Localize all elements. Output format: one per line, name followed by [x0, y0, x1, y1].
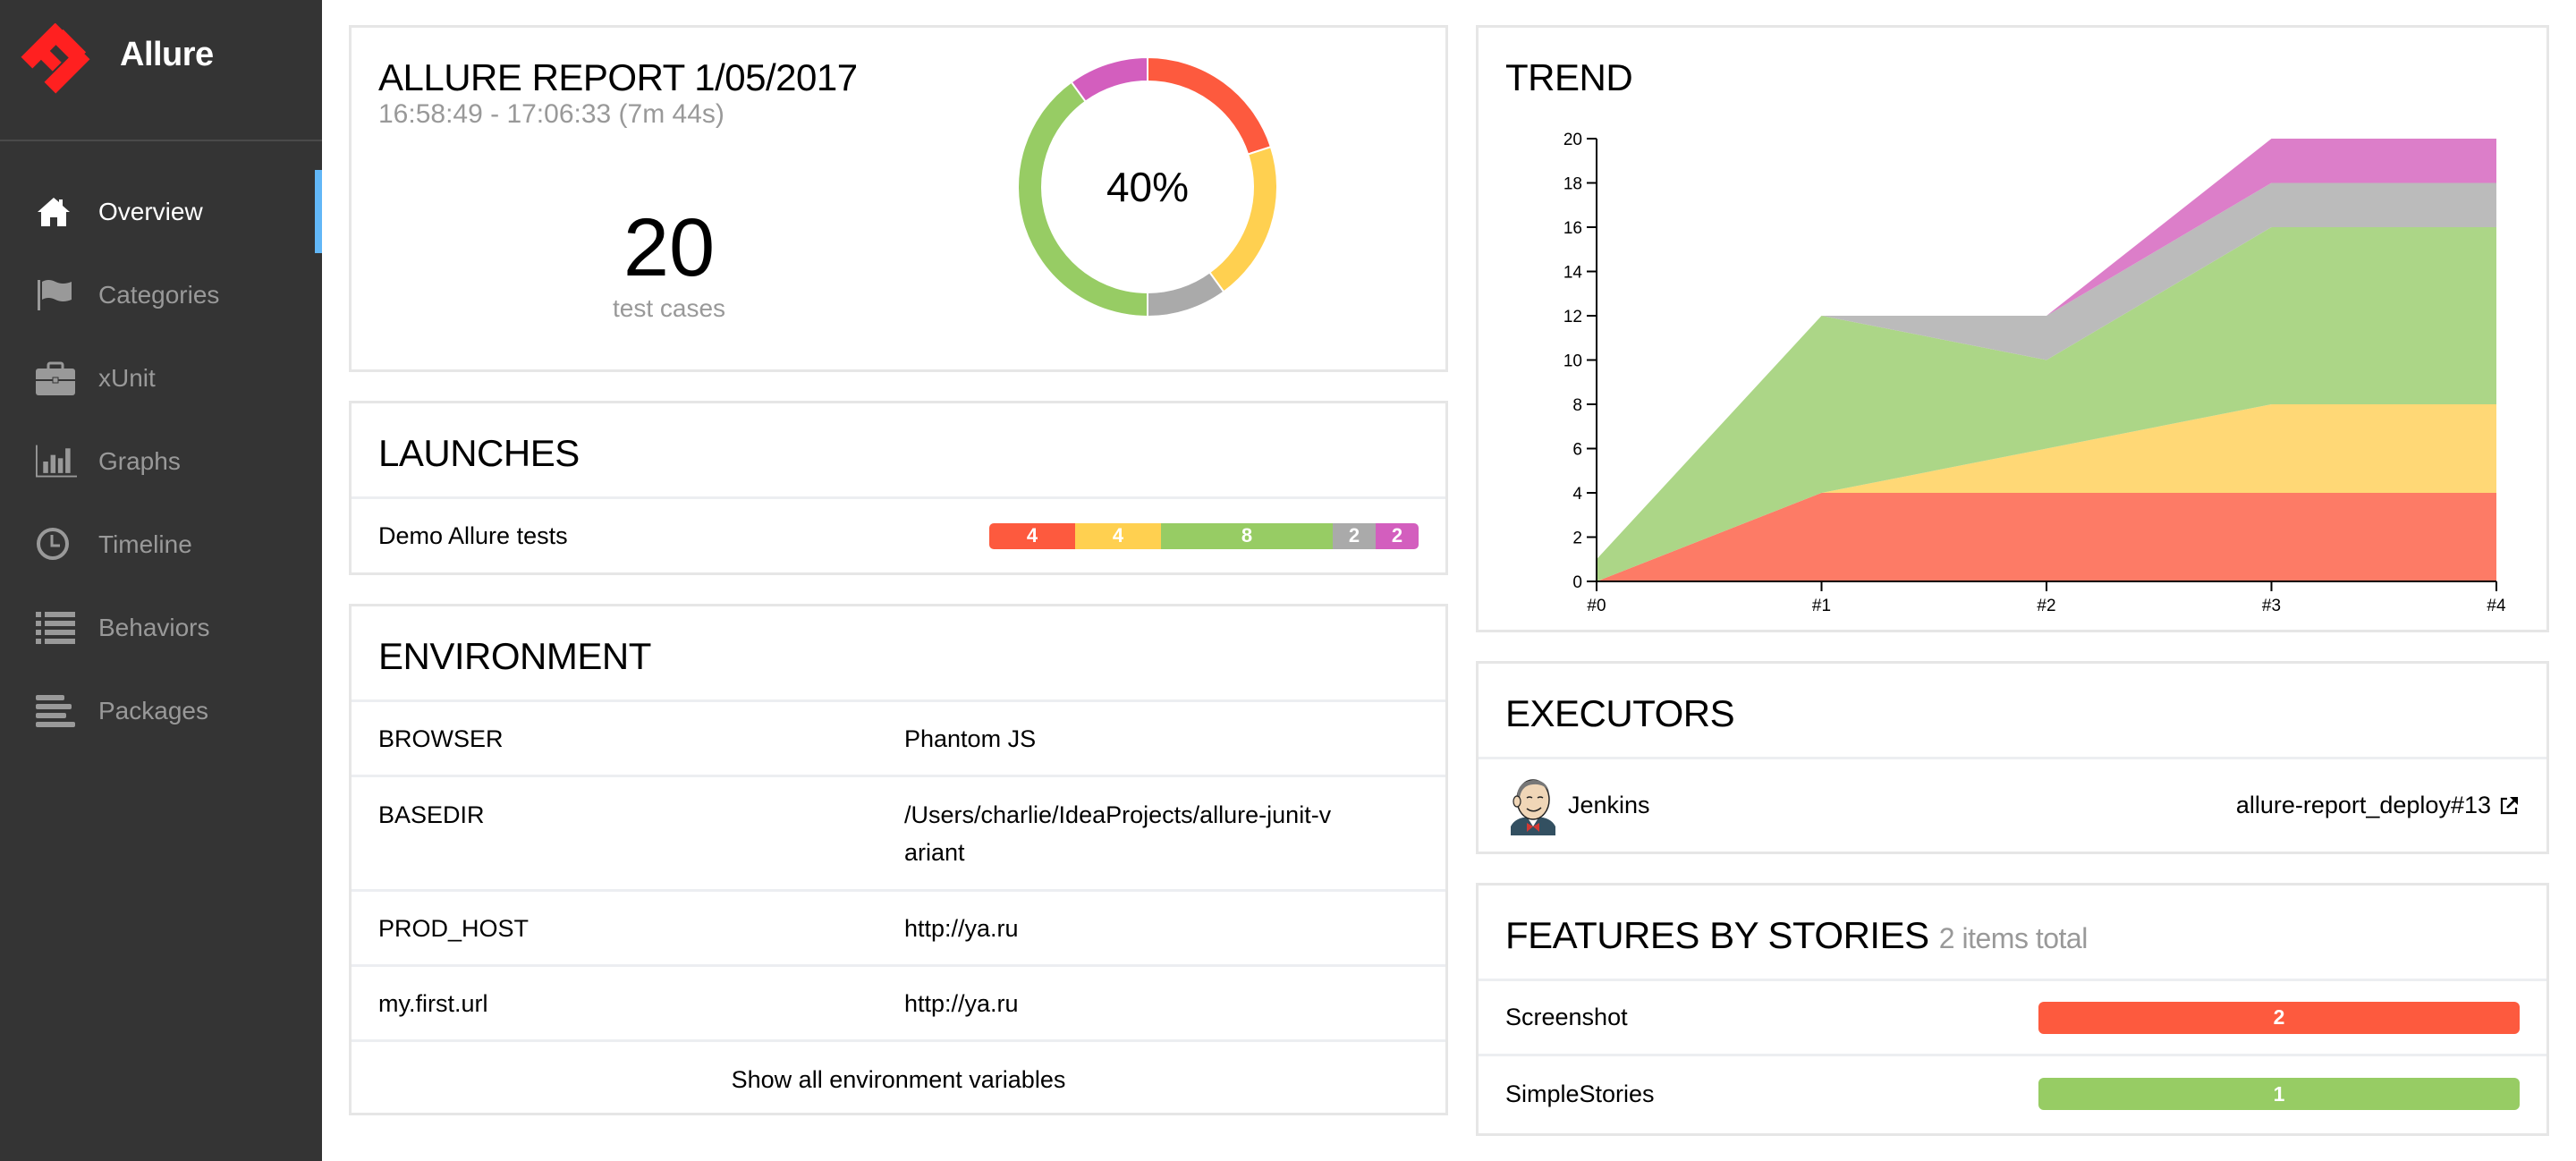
clock-icon [36, 527, 77, 563]
sidebar-item-label: xUnit [98, 363, 156, 392]
env-value: http://ya.ru [904, 914, 1019, 942]
sidebar-item-label: Categories [98, 280, 220, 309]
success-rate-donut[interactable]: 40% [1013, 53, 1282, 321]
test-case-count: 20 [623, 202, 716, 293]
feature-row[interactable]: SimpleStories 1 [1479, 1056, 2546, 1131]
env-key: PROD_HOST [378, 914, 530, 942]
env-value: Phantom JS [904, 725, 1037, 752]
sidebar-item-label: Packages [98, 696, 208, 725]
environment-title: ENVIRONMENT [378, 635, 651, 677]
env-row: my.first.url http://ya.ru [352, 967, 1445, 1042]
y-tick-label: 18 [1563, 175, 1582, 194]
env-row: BASEDIR /Users/charlie/IdeaProjects/allu… [352, 777, 1445, 892]
list-icon [36, 610, 77, 646]
launch-stat-passed[interactable]: 8 [1161, 522, 1333, 549]
launches-header: LAUNCHES [352, 403, 1445, 499]
env-row: BROWSER Phantom JS [352, 702, 1445, 777]
external-link-icon [2500, 796, 2518, 814]
y-tick-label: 20 [1563, 131, 1582, 149]
feature-row[interactable]: Screenshot 2 [1479, 981, 2546, 1056]
executors-widget: EXECUTORS Jenkins allure-report_deploy#1… [1476, 661, 2549, 854]
report-title: ALLURE REPORT 1/05/2017 [378, 56, 858, 98]
features-title: FEATURES BY STORIES 2 items total [1505, 914, 2546, 957]
env-value: /Users/charlie/IdeaProjects/allure-junit… [904, 801, 1332, 866]
feature-name: Screenshot [1505, 1004, 1628, 1030]
report-time-range: 16:58:49 - 17:06:33 (7m 44s) [378, 99, 724, 129]
y-tick-label: 2 [1572, 530, 1582, 548]
y-tick-label: 10 [1563, 352, 1582, 371]
launch-name: Demo Allure tests [378, 521, 568, 549]
sidebar-item-label: Behaviors [98, 613, 210, 641]
sidebar-item-categories[interactable]: Categories [0, 253, 322, 336]
sidebar-item-packages[interactable]: Packages [0, 669, 322, 752]
environment-widget: ENVIRONMENT BROWSER Phantom JS BASEDIR /… [349, 604, 1448, 1115]
features-title-text: FEATURES BY STORIES [1505, 914, 1929, 956]
sidebar-item-label: Graphs [98, 446, 181, 475]
executors-header: EXECUTORS [1479, 664, 2546, 759]
y-tick-label: 14 [1563, 264, 1583, 283]
show-all-env-button[interactable]: Show all environment variables [352, 1042, 1445, 1117]
env-key: BASEDIR [378, 801, 485, 828]
features-header: FEATURES BY STORIES 2 items total [1479, 886, 2546, 981]
feature-status-bar[interactable]: 1 [2038, 1078, 2520, 1110]
bar-chart-icon [36, 444, 77, 479]
launches-title: LAUNCHES [378, 432, 580, 474]
sidebar-item-xunit[interactable]: xUnit [0, 336, 322, 419]
flag-icon [36, 277, 77, 313]
feature-name: SimpleStories [1505, 1080, 1655, 1107]
trend-widget: TREND 0 2 4 6 8 10 12 14 16 18 20 #0 #1 #2 #3 #4 [1476, 25, 2549, 632]
features-item-count: 2 items total [1938, 922, 2089, 954]
launch-row[interactable]: Demo Allure tests 44822 [352, 499, 1445, 572]
test-case-count-label: test cases [612, 294, 726, 322]
feature-status-bar[interactable]: 2 [2038, 1001, 2520, 1034]
sidebar: Allure Overview Categories xUnit Graphs [0, 0, 322, 1161]
x-tick-label: #2 [2037, 597, 2055, 615]
env-key: my.first.url [378, 989, 488, 1017]
app-name: Allure [120, 36, 214, 73]
launch-status-bar[interactable]: 44822 [989, 522, 1419, 549]
executor-build-label: allure-report_deploy#13 [2235, 792, 2491, 818]
env-value: http://ya.ru [904, 989, 1019, 1017]
executor-row: Jenkins allure-report_deploy#13 [1479, 759, 2546, 852]
features-by-stories-widget: FEATURES BY STORIES 2 items total Screen… [1476, 883, 2549, 1136]
launch-stat-skipped[interactable]: 2 [1333, 522, 1376, 549]
y-tick-label: 8 [1572, 396, 1582, 415]
launches-widget: LAUNCHES Demo Allure tests 44822 [349, 401, 1448, 575]
environment-header: ENVIRONMENT [352, 606, 1445, 702]
y-tick-label: 16 [1563, 219, 1582, 238]
sidebar-item-label: Timeline [98, 530, 192, 558]
executor-build-link[interactable]: allure-report_deploy#13 [2236, 792, 2520, 819]
sidebar-item-behaviors[interactable]: Behaviors [0, 586, 322, 669]
home-icon [36, 194, 77, 230]
launch-stat-broken[interactable]: 4 [1075, 522, 1161, 549]
launch-stat-unknown[interactable]: 2 [1376, 522, 1419, 549]
success-rate-value: 40% [1106, 164, 1190, 210]
x-tick-label: #4 [2487, 597, 2506, 615]
y-tick-label: 6 [1572, 441, 1582, 460]
align-left-icon [36, 693, 77, 729]
x-tick-label: #3 [2262, 597, 2281, 615]
sidebar-item-timeline[interactable]: Timeline [0, 503, 322, 586]
executor-name: Jenkins [1568, 792, 1650, 818]
y-tick-label: 12 [1563, 308, 1582, 326]
allure-logo-icon [21, 23, 90, 94]
jenkins-avatar-icon [1511, 778, 1555, 835]
briefcase-icon [36, 360, 77, 396]
brand[interactable]: Allure [0, 0, 322, 141]
sidebar-item-label: Overview [98, 197, 203, 225]
summary-widget: ALLURE REPORT 1/05/2017 16:58:49 - 17:06… [349, 25, 1448, 372]
launch-stat-failed[interactable]: 4 [989, 522, 1075, 549]
sidebar-nav: Overview Categories xUnit Graphs Timelin… [0, 170, 322, 752]
x-tick-label: #0 [1587, 597, 1606, 615]
sidebar-item-graphs[interactable]: Graphs [0, 419, 322, 503]
trend-chart[interactable]: 0 2 4 6 8 10 12 14 16 18 20 #0 #1 #2 #3 #4 [1479, 28, 2546, 630]
env-row: PROD_HOST http://ya.ru [352, 892, 1445, 967]
x-tick-label: #1 [1812, 597, 1831, 615]
y-tick-label: 0 [1572, 573, 1582, 592]
env-key: BROWSER [378, 725, 504, 752]
y-tick-label: 4 [1572, 485, 1582, 504]
sidebar-item-overview[interactable]: Overview [0, 170, 322, 253]
executors-title: EXECUTORS [1505, 692, 1735, 734]
